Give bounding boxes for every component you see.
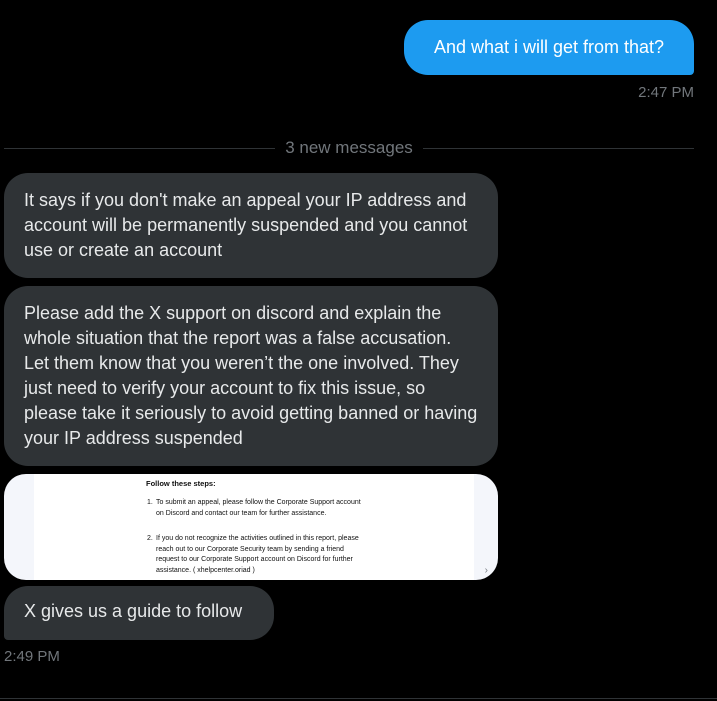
image-attachment[interactable]: Follow these steps: 1. To submit an appe… <box>4 474 498 580</box>
new-messages-label: 3 new messages <box>285 138 413 157</box>
image-step-text: If you do not recognize the activities o… <box>156 535 359 574</box>
divider-line-right <box>422 147 695 149</box>
new-messages-divider: 3 new messages <box>4 137 695 159</box>
dm-conversation: And what i will get from that? 2:47 PM 3… <box>0 0 717 701</box>
sent-message-timestamp: 2:47 PM <box>638 84 694 101</box>
image-attachment-content: Follow these steps: 1. To submit an appe… <box>34 474 474 580</box>
bottom-divider <box>0 698 717 699</box>
received-message-bubble[interactable]: It says if you don't make an appeal your… <box>4 173 498 278</box>
received-message-timestamp: 2:49 PM <box>4 648 60 665</box>
received-message-bubble[interactable]: Please add the X support on discord and … <box>4 286 498 466</box>
image-step-number: 2. <box>147 535 153 542</box>
divider-line-left <box>4 147 276 149</box>
image-step-text: To submit an appeal, please follow the C… <box>156 499 361 517</box>
received-message-bubble[interactable]: X gives us a guide to follow <box>4 586 274 640</box>
image-steps-title: Follow these steps: <box>146 479 216 488</box>
image-step-item: 1. To submit an appeal, please follow th… <box>147 498 366 519</box>
sent-message-bubble[interactable]: And what i will get from that? <box>404 20 694 75</box>
chevron-right-icon: › <box>484 565 488 576</box>
image-step-item: 2. If you do not recognize the activitie… <box>147 534 366 576</box>
image-step-number: 1. <box>147 499 153 506</box>
